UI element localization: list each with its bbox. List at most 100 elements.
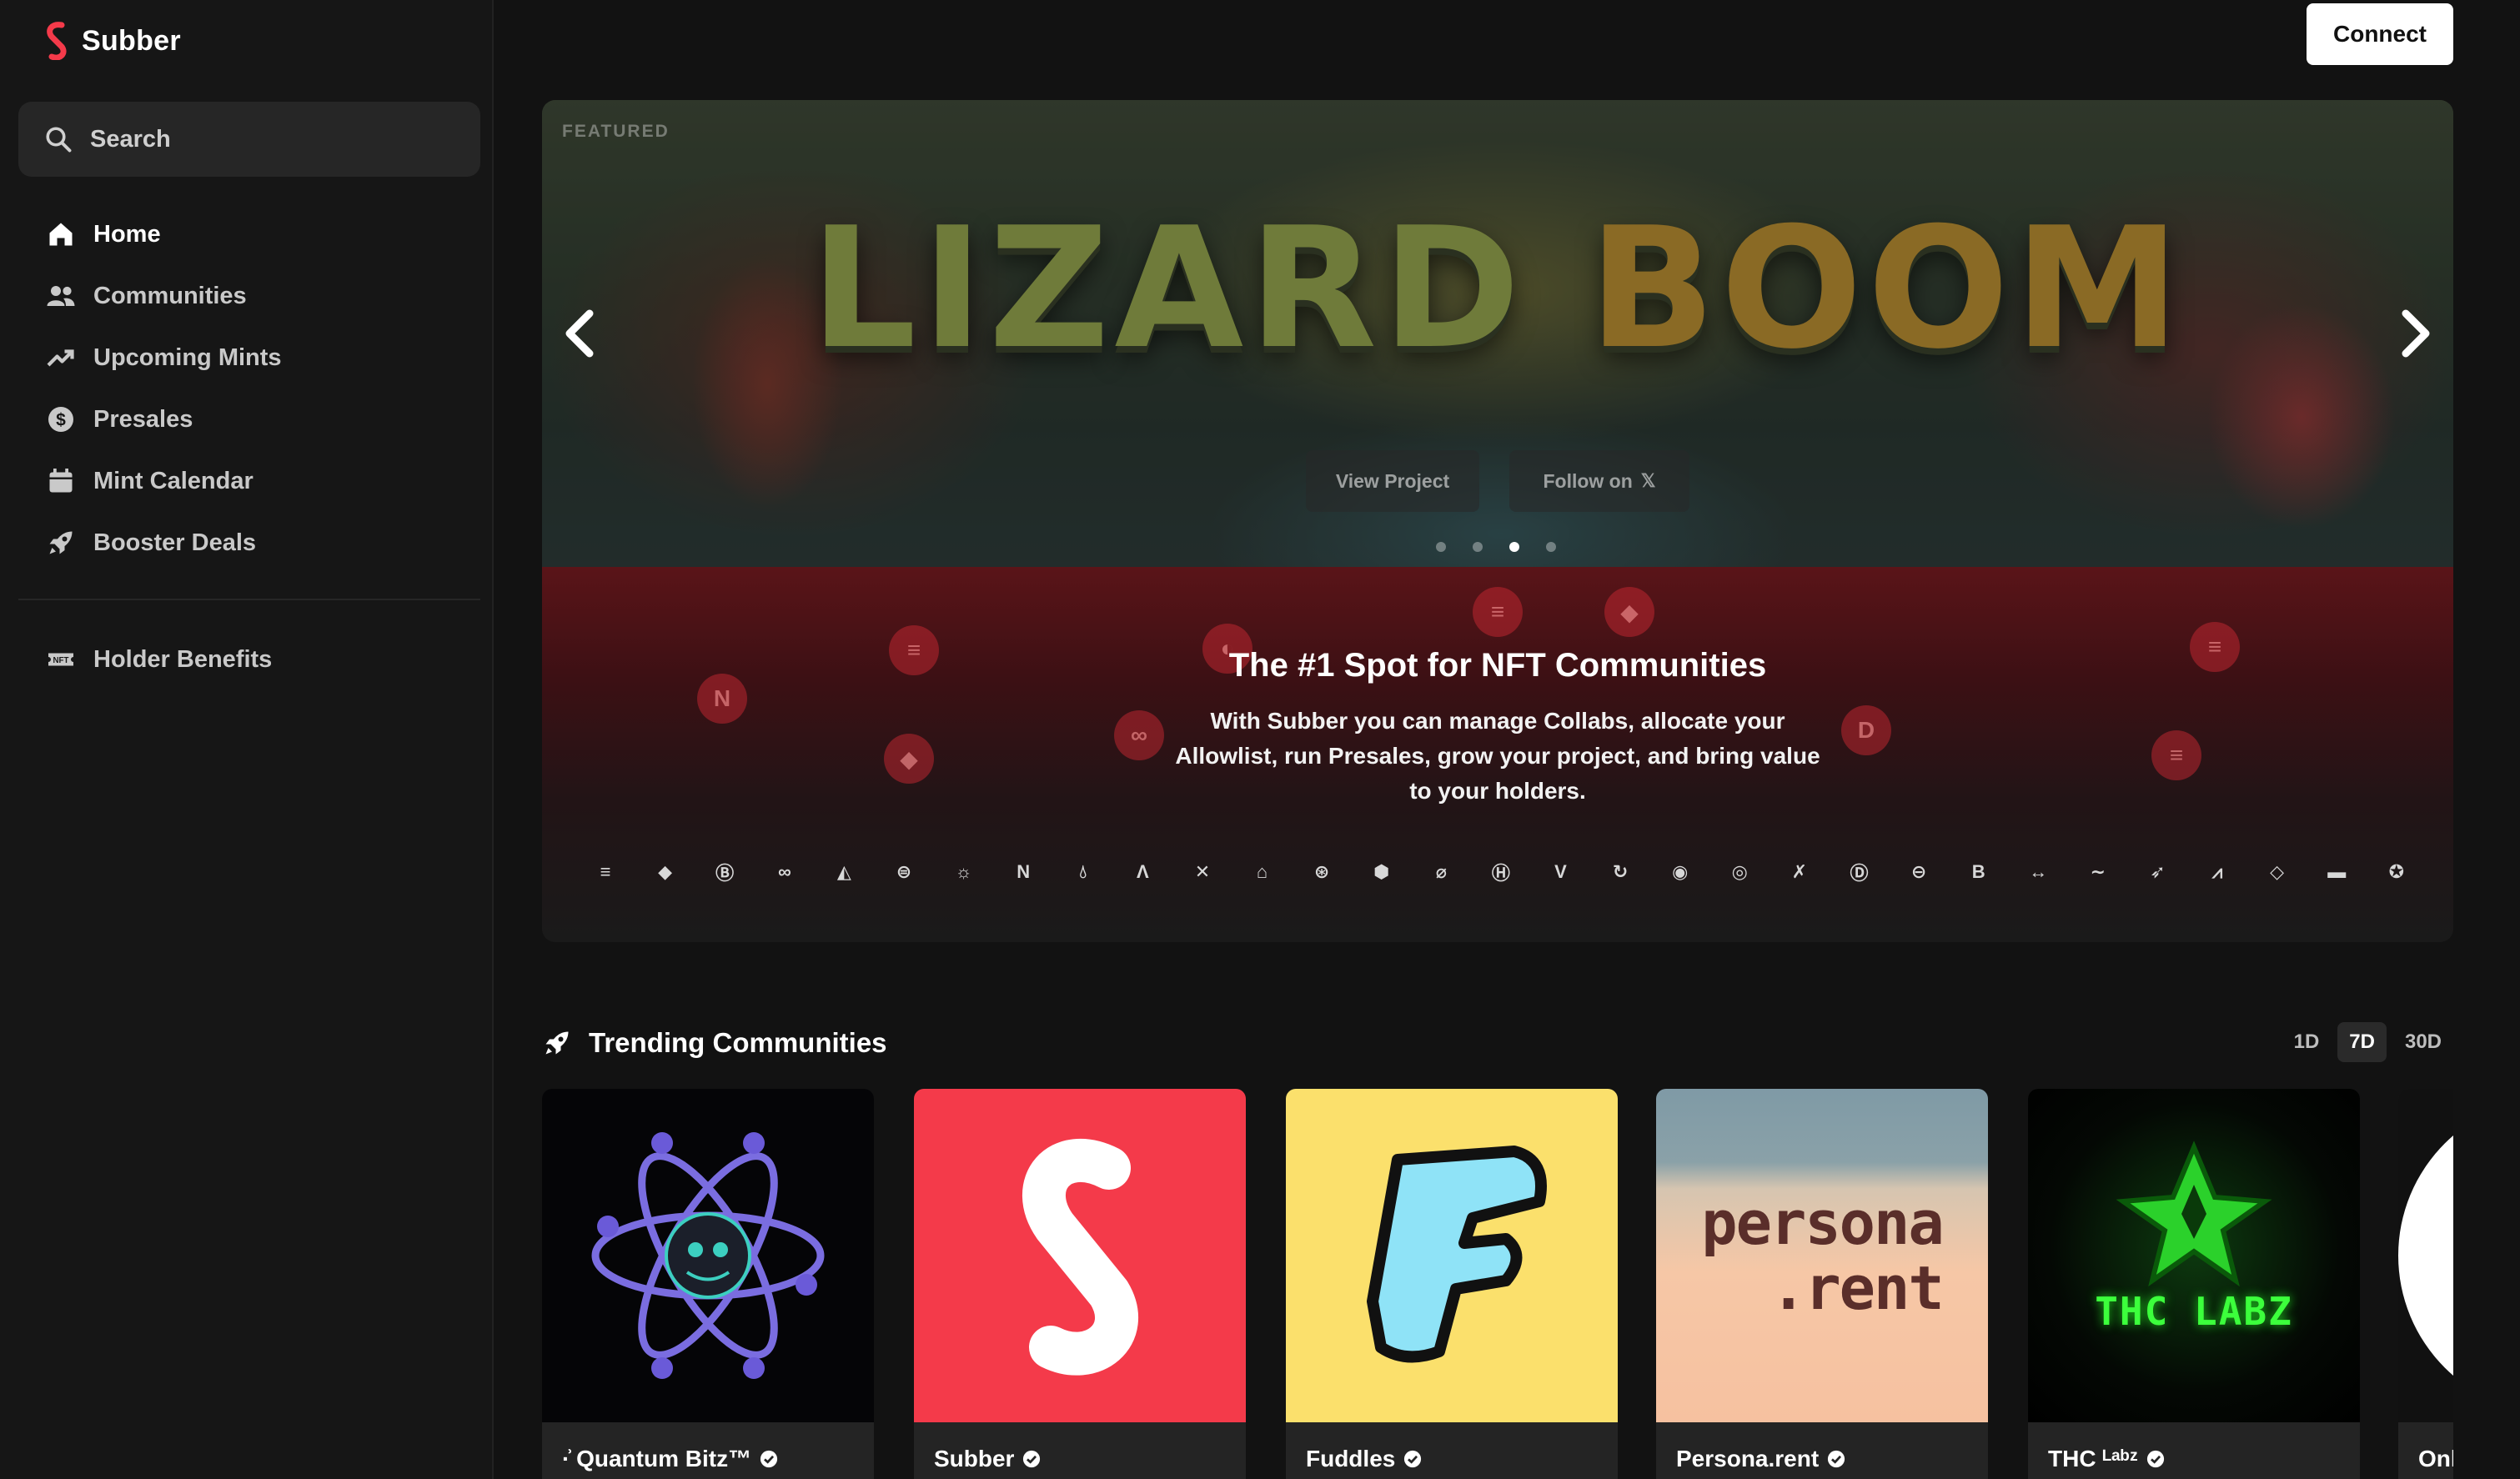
swirl-icon[interactable]: ◎ bbox=[1726, 859, 1753, 885]
carousel-dot[interactable] bbox=[1436, 542, 1446, 552]
solana-icon[interactable]: ≡ bbox=[592, 859, 619, 885]
community-card[interactable]: Fuddles bbox=[1286, 1089, 1618, 1479]
range-1d-button[interactable]: 1D bbox=[2282, 1022, 2332, 1062]
d-icon[interactable]: Ⓓ bbox=[1845, 859, 1872, 885]
bitcoin-icon[interactable]: Ⓑ bbox=[711, 859, 738, 885]
sidebar-item-holder-benefits[interactable]: NFT Holder Benefits bbox=[0, 629, 494, 690]
banner-title-word: BOOM bbox=[1588, 192, 2186, 386]
hedera-icon[interactable]: Ⓗ bbox=[1488, 859, 1514, 885]
solana-icon: ≡ bbox=[2151, 730, 2201, 780]
sidebar-item-presales[interactable]: $ Presales bbox=[0, 389, 494, 450]
community-logo-icon bbox=[2398, 1136, 2453, 1376]
community-image bbox=[2398, 1089, 2453, 1422]
community-name: Onl bbox=[2418, 1446, 2453, 1471]
sidebar-item-communities[interactable]: Communities bbox=[0, 265, 494, 327]
b-icon[interactable]: B bbox=[1965, 859, 1992, 885]
range-30d-button[interactable]: 30D bbox=[2393, 1022, 2453, 1062]
carousel-next-button[interactable] bbox=[2387, 300, 2445, 367]
minus-circle-icon[interactable]: ⊖ bbox=[1905, 859, 1932, 885]
polygon-icon[interactable]: ∞ bbox=[771, 859, 798, 885]
slash-icon[interactable]: ⌀ bbox=[1428, 859, 1454, 885]
ethereum-icon: ◆ bbox=[884, 734, 934, 784]
community-card[interactable]: Onl bbox=[2398, 1089, 2453, 1479]
zigzag-icon[interactable]: ⩘ bbox=[2204, 859, 2231, 885]
arbitrum-icon[interactable]: ◭ bbox=[831, 859, 857, 885]
calendar-icon bbox=[45, 465, 77, 497]
trending-header: Trending Communities 1D 7D 30D bbox=[542, 1022, 2453, 1064]
follow-on-x-button[interactable]: Follow on 𝕏 bbox=[1509, 450, 1689, 512]
community-card[interactable]: Subber bbox=[914, 1089, 1246, 1479]
pill-icon[interactable]: ▬ bbox=[2323, 859, 2350, 885]
nav-divider bbox=[18, 599, 480, 600]
featured-banner[interactable]: LIZARD BOOM FEATURED View Project Follow… bbox=[542, 100, 2453, 567]
ring-icon[interactable]: ↻ bbox=[1607, 859, 1634, 885]
sidebar-item-mint-calendar[interactable]: Mint Calendar bbox=[0, 450, 494, 512]
cross-icon[interactable]: ✕ bbox=[1189, 859, 1216, 885]
ethereum-icon: ◆ bbox=[1604, 587, 1654, 637]
sidebar-item-label: Booster Deals bbox=[93, 529, 257, 556]
sei-icon[interactable]: ⊜ bbox=[891, 859, 917, 885]
x-logo-icon: 𝕏 bbox=[1640, 470, 1656, 491]
community-card[interactable]: persona .rent Persona.rent bbox=[1656, 1089, 1988, 1479]
trending-up-icon bbox=[45, 342, 77, 374]
solana-icon: ≡ bbox=[1473, 587, 1523, 637]
sidebar-item-booster-deals[interactable]: Booster Deals bbox=[0, 512, 494, 574]
community-meta: Onl bbox=[2398, 1422, 2453, 1479]
community-name: Persona.rent bbox=[1676, 1446, 1820, 1471]
logo[interactable]: Subber bbox=[45, 22, 181, 60]
verified-badge-icon bbox=[761, 1450, 778, 1468]
sphere-icon[interactable]: ⊛ bbox=[1308, 859, 1335, 885]
rocket-icon bbox=[545, 1031, 569, 1055]
promo-title: The #1 Spot for NFT Communities bbox=[1228, 647, 1767, 684]
polygon-icon: ∞ bbox=[1114, 710, 1164, 760]
promo-section: ≡ N ◆ ∞ ◐ ≡ ◆ D ≡ ≡ The #1 Spot for NFT … bbox=[542, 567, 2453, 942]
sun-icon[interactable]: ☼ bbox=[951, 859, 977, 885]
carousel-dot[interactable] bbox=[1546, 542, 1556, 552]
svg-text:$: $ bbox=[56, 411, 66, 430]
wave-icon[interactable]: ∼ bbox=[2085, 859, 2111, 885]
leaf-logo-icon bbox=[2116, 1141, 2272, 1287]
arrows-icon[interactable]: ↔ bbox=[2025, 859, 2051, 885]
community-meta: Persona.rent bbox=[1656, 1422, 1988, 1479]
feather-icon[interactable]: ➶ bbox=[2144, 859, 2171, 885]
banner-title-art: LIZARD BOOM bbox=[542, 192, 2453, 386]
carousel-dot-active[interactable] bbox=[1509, 542, 1519, 552]
coin-icon[interactable]: ◉ bbox=[1667, 859, 1694, 885]
atom-logo-icon bbox=[591, 1132, 825, 1379]
community-name: ·͗ Quantum Bitz™ bbox=[562, 1446, 752, 1471]
carousel-prev-button[interactable] bbox=[550, 300, 609, 367]
community-meta: ·͗ Quantum Bitz™ bbox=[542, 1422, 874, 1479]
arch-icon[interactable]: ⌂ bbox=[1249, 859, 1276, 885]
svg-text:NFT: NFT bbox=[53, 656, 69, 665]
community-name: Subber bbox=[934, 1446, 1015, 1471]
community-card[interactable]: THC LABZ THC ᴸᵃᵇᶻ bbox=[2028, 1089, 2360, 1479]
sidebar-item-label: Holder Benefits bbox=[93, 645, 273, 673]
community-card[interactable]: ·͗ Quantum Bitz™ bbox=[542, 1089, 874, 1479]
v-icon[interactable]: V bbox=[1548, 859, 1574, 885]
dollar-circle-icon: $ bbox=[45, 404, 77, 435]
app-name: Subber bbox=[82, 24, 181, 57]
search-input[interactable] bbox=[90, 125, 457, 153]
star-circle-icon[interactable]: ✪ bbox=[2383, 859, 2410, 885]
sidebar-item-home[interactable]: Home bbox=[0, 203, 494, 265]
view-project-button[interactable]: View Project bbox=[1306, 450, 1479, 512]
range-7d-button[interactable]: 7D bbox=[2337, 1022, 2387, 1062]
cube-icon[interactable]: ⬢ bbox=[1368, 859, 1395, 885]
persona-logo-line: persona bbox=[1701, 1188, 1944, 1258]
banner-title-word: LIZARD bbox=[810, 192, 1526, 386]
diamond-icon[interactable]: ◇ bbox=[2264, 859, 2291, 885]
time-range-selector: 1D 7D 30D bbox=[2282, 1022, 2453, 1062]
search-icon bbox=[46, 127, 72, 153]
carousel-dot[interactable] bbox=[1473, 542, 1483, 552]
search-box[interactable] bbox=[18, 102, 480, 177]
featured-hero: LIZARD BOOM FEATURED View Project Follow… bbox=[542, 100, 2453, 942]
near-icon[interactable]: N bbox=[1010, 859, 1037, 885]
connect-wallet-button[interactable]: Connect bbox=[2307, 3, 2453, 65]
sidebar-item-upcoming-mints[interactable]: Upcoming Mints bbox=[0, 327, 494, 389]
aptos-icon[interactable]: Λ bbox=[1129, 859, 1156, 885]
carousel-dots bbox=[1436, 542, 1556, 552]
drop-icon[interactable]: 💧︎ bbox=[1070, 859, 1097, 885]
x-chain-icon[interactable]: ✗ bbox=[1786, 859, 1813, 885]
community-meta: THC ᴸᵃᵇᶻ bbox=[2028, 1422, 2360, 1479]
ethereum-icon[interactable]: ◆ bbox=[652, 859, 679, 885]
